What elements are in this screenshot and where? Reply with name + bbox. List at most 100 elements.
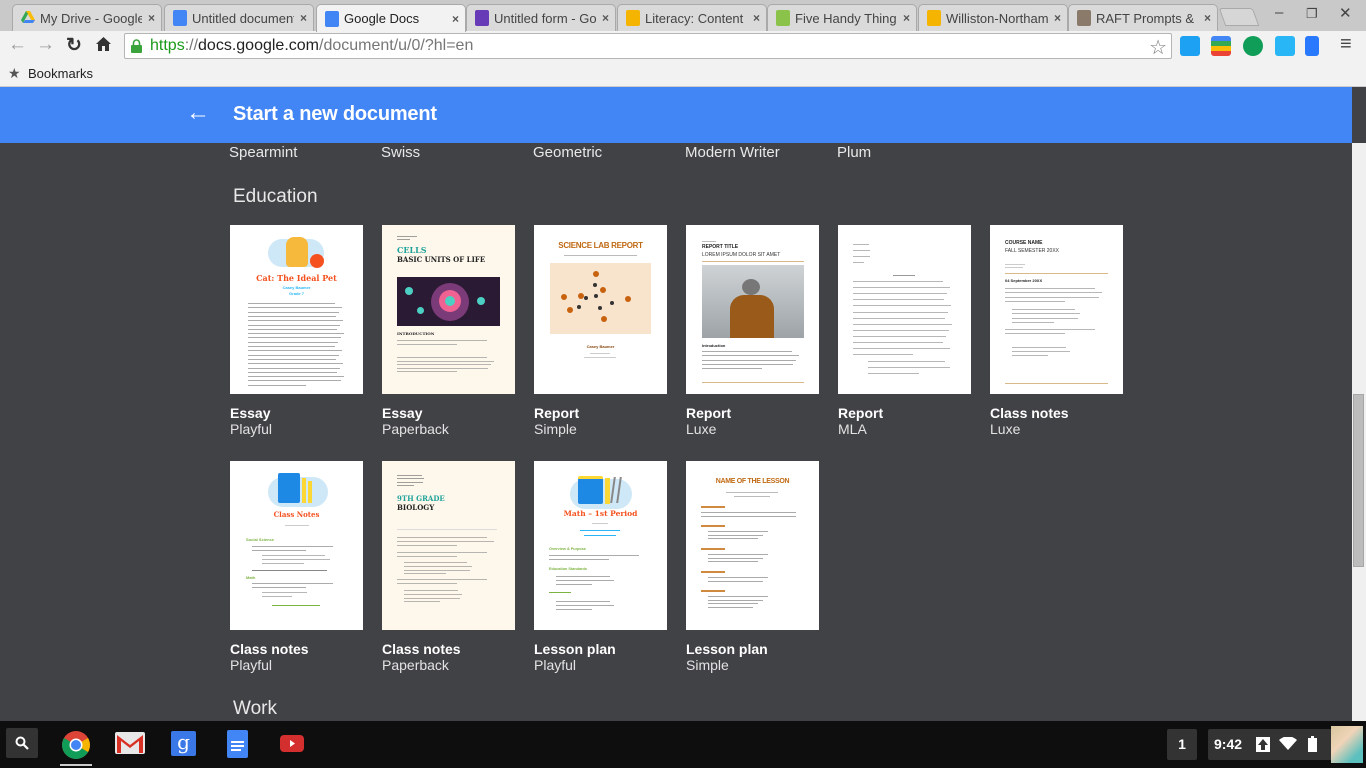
text-line	[708, 554, 768, 555]
google-docs-icon[interactable]	[227, 730, 248, 758]
preview-heading: Social Science	[246, 537, 275, 542]
tab-my-drive[interactable]: My Drive - Google ×	[12, 4, 162, 31]
chrome-menu-icon[interactable]: ≡	[1340, 33, 1352, 56]
text-line	[708, 534, 763, 536]
template-card-class-notes-paperback[interactable]: 9TH GRADE BIOLOGY Class notes Paperback	[382, 461, 515, 673]
template-card-report-mla[interactable]: Report MLA	[838, 225, 971, 437]
forward-arrow-icon[interactable]: →	[36, 34, 55, 56]
molecule-atom	[561, 294, 567, 300]
tab-title: Google Docs	[344, 11, 420, 26]
template-card-lesson-plan-playful[interactable]: Math – 1st Period Overview & Purpose Edu…	[534, 461, 667, 673]
back-arrow-icon[interactable]: ←	[186, 99, 210, 127]
tab-williston-northampton[interactable]: Williston-Northampton ×	[918, 4, 1068, 31]
tab-untitled-form[interactable]: Untitled form - Google ×	[466, 4, 616, 31]
scrollbar-thumb[interactable]	[1353, 394, 1364, 567]
molecule-atom	[598, 306, 602, 310]
tab-close-icon[interactable]: ×	[452, 12, 459, 26]
preview-heading: Math	[246, 575, 256, 580]
lh-site-icon	[776, 10, 790, 26]
hangouts-extension-icon[interactable]	[1243, 36, 1263, 56]
home-icon[interactable]	[95, 36, 112, 58]
browser-tab-strip: My Drive - Google × Untitled document × …	[0, 0, 1366, 32]
tab-raft-prompts[interactable]: RAFT Prompts & ×	[1068, 4, 1218, 31]
yarn-ball-illustration	[310, 254, 324, 268]
text-line	[397, 537, 487, 538]
template-card-report-simple[interactable]: SCIENCE LAB REPORT Casey Baumer Report S…	[534, 225, 667, 437]
template-style-label[interactable]: Geometric	[533, 144, 602, 161]
text-line	[248, 307, 343, 309]
preview-heading	[701, 548, 725, 550]
preview-title: Class Notes	[273, 510, 320, 519]
close-window-button[interactable]: ✕	[1339, 4, 1352, 22]
text-line	[262, 563, 304, 564]
bookmark-star-icon[interactable]: ☆	[1149, 35, 1167, 60]
tab-title: Untitled document	[192, 10, 294, 26]
text-line	[397, 364, 491, 365]
tab-close-icon[interactable]: ×	[753, 11, 760, 25]
tab-google-docs[interactable]: Google Docs ×	[316, 4, 466, 32]
template-thumbnail: Class Notes Social Science Math	[230, 461, 363, 630]
workspace-indicator[interactable]: 1	[1167, 729, 1197, 760]
preview-title: REPORT TITLE	[702, 244, 739, 250]
text-line	[853, 293, 947, 295]
text-line	[556, 576, 610, 577]
youtube-icon[interactable]	[280, 735, 304, 752]
text-line	[853, 281, 943, 282]
template-card-essay-paperback[interactable]: CELLS BASIC UNITS OF LIFE INTRODUCTION E…	[382, 225, 515, 437]
google-search-icon[interactable]: g	[171, 731, 196, 756]
back-arrow-icon[interactable]: ←	[8, 34, 27, 56]
preview-title: 9TH GRADE	[397, 494, 445, 503]
text-line	[397, 579, 487, 580]
template-card-report-luxe[interactable]: REPORT TITLE LOREM IPSUM DOLOR SIT AMET …	[686, 225, 819, 437]
tab-five-handy-things[interactable]: Five Handy Things ×	[767, 4, 917, 31]
text-line	[404, 569, 470, 571]
template-style-label[interactable]: Plum	[837, 144, 871, 161]
text-line	[397, 236, 417, 237]
template-style-label[interactable]: Swiss	[381, 144, 420, 161]
address-bar[interactable]: https://docs.google.com/document/u/0/?hl…	[124, 33, 1172, 59]
screencastify-extension-icon[interactable]	[1275, 36, 1295, 56]
chrome-icon[interactable]	[61, 730, 90, 759]
section-title-work: Work	[233, 698, 277, 719]
molecule-atom	[594, 294, 598, 298]
template-style-label[interactable]: Modern Writer	[685, 144, 780, 161]
text-line	[397, 552, 487, 553]
template-card-lesson-plan-simple[interactable]: NAME OF THE LESSON Lesson plan Simple	[686, 461, 819, 673]
text-line	[248, 384, 307, 386]
bookmarks-folder[interactable]: Bookmarks	[28, 66, 93, 81]
tab-close-icon[interactable]: ×	[300, 11, 307, 25]
text-line	[853, 305, 951, 307]
tab-close-icon[interactable]: ×	[1054, 11, 1061, 25]
launcher-search-button[interactable]	[6, 728, 38, 758]
tab-close-icon[interactable]: ×	[1204, 11, 1211, 25]
template-name: Essay	[382, 405, 423, 421]
text-line	[708, 580, 763, 582]
text-line	[1005, 333, 1065, 334]
restore-button[interactable]: ❐	[1306, 6, 1318, 22]
minimize-button[interactable]: –	[1275, 4, 1283, 21]
template-name: Lesson plan	[534, 641, 616, 657]
gmail-icon[interactable]	[115, 732, 145, 760]
preview-heading	[701, 506, 725, 508]
reload-icon[interactable]: ↻	[66, 34, 82, 57]
tab-literacy-content[interactable]: Literacy: Content ×	[617, 4, 767, 31]
template-card-essay-playful[interactable]: Cat: The Ideal Pet Casey Baumer Grade 7 …	[230, 225, 363, 437]
text-line	[549, 559, 609, 560]
template-style: Playful	[230, 657, 273, 673]
tab-untitled-document[interactable]: Untitled document ×	[164, 4, 314, 31]
template-style: Playful	[230, 421, 273, 437]
preview-title: Cat: The Ideal Pet	[256, 273, 337, 283]
tab-close-icon[interactable]: ×	[602, 11, 609, 25]
system-tray[interactable]: 9:42	[1208, 729, 1336, 760]
tab-close-icon[interactable]: ×	[903, 11, 910, 25]
announcement-extension-icon[interactable]	[1305, 36, 1319, 56]
color-palette-extension-icon[interactable]	[1211, 36, 1231, 56]
preview-heading	[701, 590, 725, 592]
new-tab-button[interactable]	[1218, 8, 1260, 26]
template-card-class-notes-luxe[interactable]: COURSE NAME FALL SEMESTER 20XX 04 Septem…	[990, 225, 1123, 437]
tab-close-icon[interactable]: ×	[148, 11, 155, 25]
template-style-label[interactable]: Spearmint	[229, 144, 297, 161]
twitter-extension-icon[interactable]	[1180, 36, 1200, 56]
template-card-class-notes-playful[interactable]: Class Notes Social Science Math Class no…	[230, 461, 363, 673]
user-avatar[interactable]	[1331, 726, 1363, 763]
